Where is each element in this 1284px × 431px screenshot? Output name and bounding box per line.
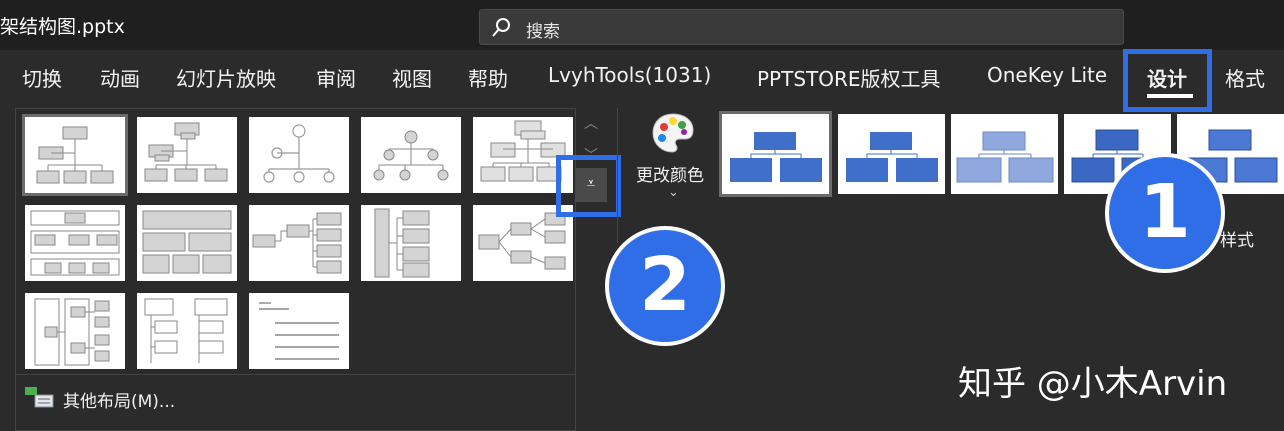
- expand-button-highlight: [556, 155, 621, 217]
- ribbon-tabs: 切换 动画 幻灯片放映 审阅 视图 帮助 LvyhTools(1031) PPT…: [0, 50, 1284, 104]
- document-filename: 架结构图.pptx: [0, 16, 125, 38]
- layout-org-chart[interactable]: [22, 114, 128, 196]
- layout-circle-picture-hierarchy[interactable]: [249, 117, 349, 193]
- style-simple-fill[interactable]: [719, 111, 832, 197]
- search-label: 搜索: [526, 22, 560, 42]
- layout-text-hierarchy[interactable]: [249, 293, 349, 369]
- tab-format[interactable]: 格式: [1225, 63, 1265, 92]
- smartart-styles-group-label: 样式: [1220, 231, 1254, 251]
- more-layouts-label: 其他布局(M)...: [63, 392, 176, 412]
- color-palette-icon[interactable]: [650, 111, 696, 159]
- style-white-outline[interactable]: [838, 114, 945, 194]
- tab-help[interactable]: 帮助: [468, 63, 508, 92]
- tab-lvyhtools[interactable]: LvyhTools(1031): [548, 63, 711, 87]
- step-badge-2: 2: [605, 226, 725, 346]
- tab-review[interactable]: 审阅: [316, 63, 356, 92]
- layout-horizontal-hierarchy[interactable]: [249, 205, 349, 281]
- tab-view[interactable]: 视图: [392, 63, 432, 92]
- layout-architecture-hierarchy[interactable]: [137, 205, 237, 281]
- gallery-scroll-up-button[interactable]: ︿: [578, 110, 604, 138]
- layout-labeled-list-hierarchy[interactable]: [25, 293, 125, 369]
- gallery-separator: [617, 108, 618, 243]
- tab-animations[interactable]: 动画: [100, 63, 140, 92]
- layout-table-hierarchy[interactable]: [25, 205, 125, 281]
- more-layouts-item[interactable]: 其他布局(M)...: [15, 374, 576, 424]
- search-icon: [492, 18, 510, 37]
- tab-slideshow[interactable]: 幻灯片放映: [176, 63, 276, 92]
- search-box[interactable]: 搜索: [479, 9, 1124, 45]
- layout-labeled-hierarchy[interactable]: [361, 117, 461, 193]
- layout-name-title-org-chart[interactable]: [137, 117, 237, 193]
- watermark-text: 知乎 @小木Arvin: [958, 364, 1228, 404]
- smartart-layout-icon: [25, 387, 54, 408]
- layout-hierarchy-boxes[interactable]: [137, 293, 237, 369]
- style-subtle-effect[interactable]: [951, 114, 1058, 194]
- design-tab-highlight: [1123, 49, 1212, 112]
- tab-onekey-lite[interactable]: OneKey Lite: [987, 63, 1107, 87]
- tab-pptstore[interactable]: PPTSTORE版权工具: [757, 63, 941, 92]
- chevron-down-icon[interactable]: ⌄: [668, 185, 679, 200]
- tab-transitions[interactable]: 切换: [22, 63, 62, 92]
- layout-hierarchy-list[interactable]: [361, 205, 461, 281]
- title-bar: 架结构图.pptx 搜索: [0, 0, 1284, 50]
- step-badge-1: 1: [1105, 153, 1225, 273]
- change-colors-label[interactable]: 更改颜色: [636, 161, 704, 186]
